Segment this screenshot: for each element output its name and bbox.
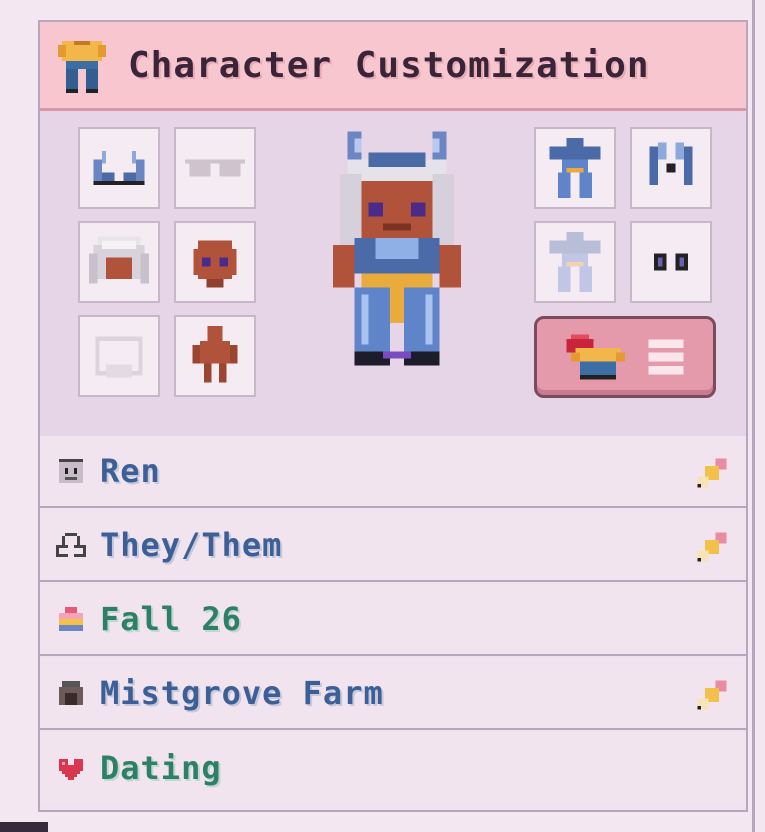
wardrobe-menu-button[interactable] <box>534 316 716 398</box>
heart-icon <box>59 759 83 780</box>
pencil-icon[interactable] <box>694 455 730 491</box>
character-pronouns: They/Them <box>100 526 283 564</box>
barn-icon <box>59 681 83 705</box>
skin-slot[interactable] <box>174 221 256 303</box>
glasses-icon <box>185 159 245 177</box>
birthday-row: Fall 26 <box>40 584 746 656</box>
character-panel: Character Customization Ren They/Them Fa… <box>38 20 748 812</box>
menu-lines-icon <box>648 339 684 375</box>
eyes-icon <box>653 253 689 271</box>
relationship-row: Dating <box>40 732 746 804</box>
pronouns-row: They/Them <box>40 510 746 582</box>
cake-icon <box>59 607 83 631</box>
outfit-alt-slot[interactable] <box>534 221 616 303</box>
pronouns-icon <box>56 533 86 557</box>
horns-slot[interactable] <box>78 127 160 209</box>
window-frame: Character Customization Ren They/Them Fa… <box>0 0 755 832</box>
head-icon <box>193 240 237 288</box>
hair-icon <box>89 236 149 284</box>
outfit-icon <box>549 232 601 292</box>
bottom-edge <box>0 822 48 832</box>
body-icon <box>192 326 238 383</box>
name-row: Ren <box>40 436 746 508</box>
character-avatar <box>333 131 461 366</box>
character-name: Ren <box>100 452 161 490</box>
character-birthday: Fall 26 <box>100 600 242 638</box>
body-slot[interactable] <box>174 315 256 397</box>
beard-icon <box>95 336 143 378</box>
outfit-icon <box>549 138 601 198</box>
pencil-icon[interactable] <box>694 529 730 565</box>
farm-name: Mistgrove Farm <box>100 674 384 712</box>
horns-icon <box>93 150 145 186</box>
hair-slot[interactable] <box>78 221 160 303</box>
glasses-slot[interactable] <box>174 127 256 209</box>
eyes-slot[interactable] <box>630 221 712 303</box>
customization-area <box>40 111 746 438</box>
page-title: Character Customization <box>128 44 650 86</box>
shirt-icon <box>58 41 106 93</box>
beard-slot[interactable] <box>78 315 160 397</box>
face-icon <box>59 459 83 483</box>
title-bar: Character Customization <box>40 22 746 111</box>
wings-icon <box>649 142 693 186</box>
pencil-icon[interactable] <box>694 677 730 713</box>
wings-slot[interactable] <box>630 127 712 209</box>
outfit-slot[interactable] <box>534 127 616 209</box>
wardrobe-menu-icon <box>566 334 625 380</box>
relationship-status: Dating <box>100 749 222 787</box>
farm-row: Mistgrove Farm <box>40 658 746 730</box>
